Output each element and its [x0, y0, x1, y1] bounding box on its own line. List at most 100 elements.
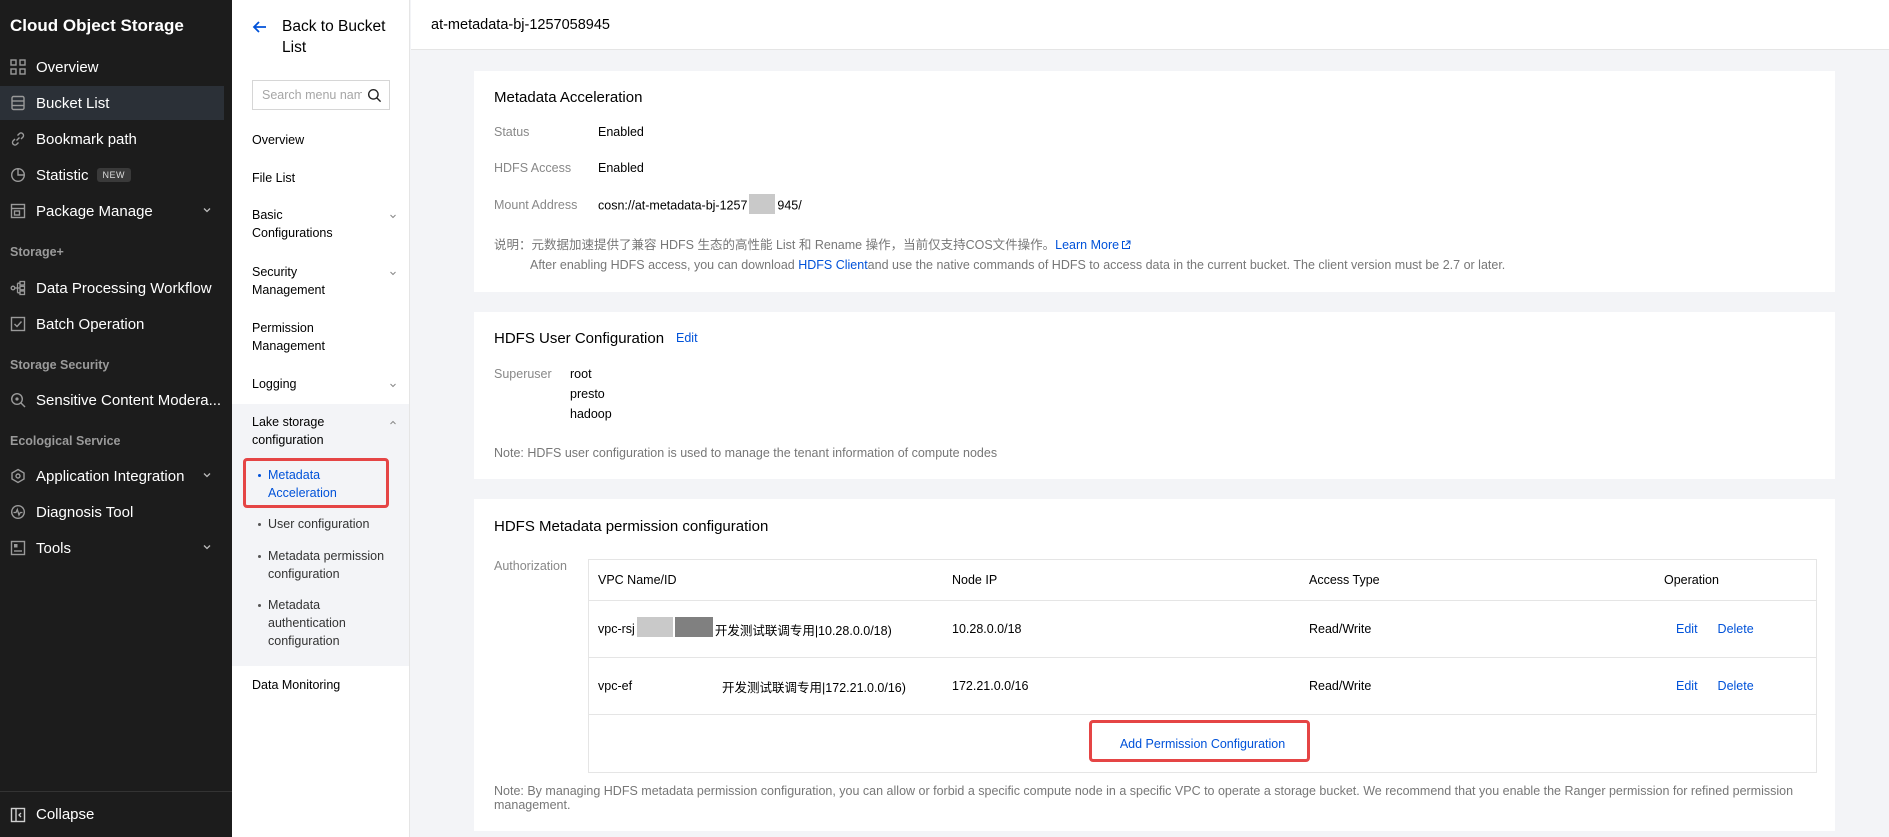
bullet: [258, 523, 261, 526]
menu-search-input[interactable]: [262, 88, 362, 102]
new-badge: NEW: [96, 168, 132, 182]
tools-icon: [10, 540, 26, 556]
chevron-up-icon: [390, 420, 396, 425]
bullet: [258, 604, 261, 607]
learn-more-label: Learn More: [1055, 238, 1120, 252]
lake-storage-submenu: Lake storage configuration Metadata Acce…: [232, 404, 409, 666]
subnav-item-permission-management[interactable]: Permission Management: [252, 319, 397, 355]
nav-item-data-processing-workflow[interactable]: Data Processing Workflow: [0, 271, 224, 305]
nav-item-label: Application Integration: [36, 467, 185, 485]
delete-row-link[interactable]: Delete: [1718, 679, 1754, 693]
permission-note: Note: By managing HDFS metadata permissi…: [494, 784, 1794, 812]
access-type-cell: Read/Write: [1309, 679, 1372, 693]
link-icon: [10, 131, 26, 147]
search-icon[interactable]: [367, 88, 382, 103]
subnav-item-security-management[interactable]: Security Management: [252, 263, 397, 299]
note-text: After enabling HDFS access, you can down…: [530, 258, 799, 272]
collapse-button[interactable]: Collapse: [0, 791, 232, 837]
subnav-item-label: Permission Management: [252, 321, 325, 353]
scan-icon: [10, 392, 26, 408]
status-label: Status: [494, 125, 530, 139]
package-icon: [10, 203, 26, 219]
nav-group-storage-security: Storage Security: [10, 358, 110, 372]
bucket-subnav: Back to Bucket List Overview File List B…: [232, 0, 410, 837]
nav-item-package-manage[interactable]: Package Manage: [0, 194, 224, 228]
edit-row-link[interactable]: Edit: [1676, 679, 1698, 693]
highlight-metadata-acceleration: [243, 458, 389, 508]
column-access-type: Access Type: [1309, 573, 1380, 587]
column-operation: Operation: [1664, 573, 1719, 587]
menu-search: [252, 80, 390, 110]
nav-item-tools[interactable]: Tools: [0, 531, 224, 565]
status-value: Enabled: [598, 125, 644, 139]
edit-user-config-link[interactable]: Edit: [676, 331, 698, 345]
chevron-down-icon: [203, 208, 211, 213]
nav-item-bucket-list[interactable]: Bucket List: [0, 86, 224, 120]
integration-icon: [10, 468, 26, 484]
back-to-bucket-list-link[interactable]: Back to Bucket List: [252, 16, 392, 58]
nav-item-diagnosis-tool[interactable]: Diagnosis Tool: [0, 495, 224, 529]
subnav-child-metadata-permission-configuration[interactable]: Metadata permission configuration: [258, 547, 398, 583]
chevron-down-icon: [390, 271, 396, 276]
arrow-left-icon: [252, 21, 266, 33]
authorization-label: Authorization: [494, 559, 567, 573]
subnav-child-label: Metadata permission configuration: [268, 549, 385, 581]
hdfs-client-link[interactable]: HDFS Client: [798, 258, 867, 272]
bullet: [258, 555, 261, 558]
hdfs-access-value: Enabled: [598, 161, 644, 175]
batch-icon: [10, 316, 26, 332]
back-label: Back to Bucket List: [282, 18, 386, 56]
redacted-block: [749, 194, 776, 214]
redacted-block: [674, 617, 713, 637]
subnav-child-user-configuration[interactable]: User configuration: [258, 515, 398, 533]
card-title: Metadata Acceleration: [494, 89, 643, 106]
hdfs-permission-card: HDFS Metadata permission configuration A…: [474, 499, 1835, 831]
operation-cell: Edit Delete: [1676, 658, 1774, 714]
database-icon: [10, 95, 26, 111]
subnav-item-overview[interactable]: Overview: [252, 131, 397, 149]
column-node-ip: Node IP: [952, 573, 998, 587]
learn-more-link[interactable]: Learn More: [1055, 238, 1131, 252]
subnav-item-logging[interactable]: Logging: [252, 375, 397, 393]
hdfs-user-config-card: HDFS User Configuration Edit Superuser r…: [474, 312, 1835, 479]
superuser-hadoop: hadoop: [570, 407, 612, 421]
highlight-add-permission: [1089, 720, 1310, 762]
nav-item-application-integration[interactable]: Application Integration: [0, 459, 224, 493]
nav-item-label: Batch Operation: [36, 315, 145, 333]
subnav-item-file-list[interactable]: File List: [252, 169, 397, 187]
workflow-icon: [10, 280, 26, 296]
access-type-cell: Read/Write: [1309, 622, 1372, 636]
subnav-item-label: Lake storage configuration: [252, 415, 325, 447]
subnav-child-label: Metadata authentication configuration: [268, 598, 346, 648]
collapse-icon: [10, 807, 26, 823]
metadata-note: 说明：元数据加速提供了兼容 HDFS 生态的高性能 List 和 Rename …: [494, 235, 1505, 275]
column-vpc: VPC Name/ID: [598, 573, 677, 587]
superuser-label: Superuser: [494, 367, 552, 381]
nav-item-bookmark-path[interactable]: Bookmark path: [0, 122, 224, 156]
vpc-prefix: vpc-ef: [598, 679, 633, 693]
nav-item-label: Package Manage: [36, 202, 153, 220]
hdfs-access-label: HDFS Access: [494, 161, 572, 175]
nav-item-overview[interactable]: Overview: [0, 50, 224, 84]
delete-row-link[interactable]: Delete: [1718, 622, 1754, 636]
redacted-block: [634, 674, 721, 694]
nav-item-batch-operation[interactable]: Batch Operation: [0, 307, 224, 341]
nav-item-label: Bookmark path: [36, 130, 137, 148]
grid-icon: [10, 59, 26, 75]
nav-item-statistic[interactable]: Statistic NEW: [0, 158, 224, 192]
subnav-item-data-monitoring[interactable]: Data Monitoring: [252, 676, 397, 694]
subnav-item-basic-configurations[interactable]: Basic Configurations: [252, 206, 397, 242]
subnav-item-lake-storage-configuration[interactable]: Lake storage configuration: [252, 413, 397, 449]
subnav-item-label: Basic Configurations: [252, 208, 333, 240]
edit-row-link[interactable]: Edit: [1676, 622, 1698, 636]
superuser-root: root: [570, 367, 592, 381]
nav-item-label: Data Processing Workflow: [36, 279, 212, 297]
external-link-icon: [1122, 240, 1131, 249]
subnav-item-label: Security Management: [252, 265, 325, 297]
nav-group-storage-plus: Storage+: [10, 245, 64, 259]
nav-item-sensitive-content-moderation[interactable]: Sensitive Content Modera...: [0, 383, 224, 417]
vpc-prefix: vpc-rsj: [598, 622, 635, 636]
bucket-name: at-metadata-bj-1257058945: [431, 17, 610, 33]
nav-item-label: Sensitive Content Modera...: [36, 391, 222, 409]
subnav-child-metadata-authentication-configuration[interactable]: Metadata authentication configuration: [258, 596, 398, 650]
